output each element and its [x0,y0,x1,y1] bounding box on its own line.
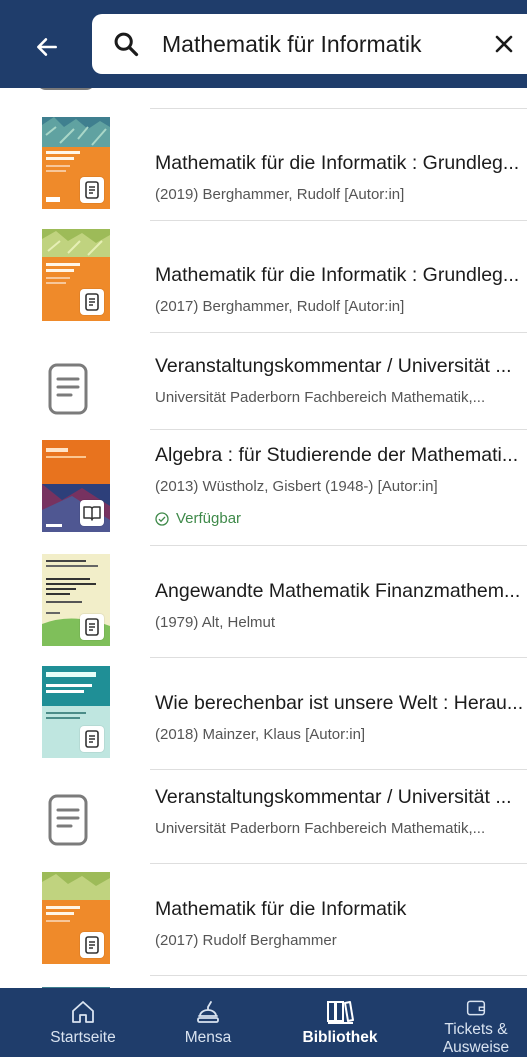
book-icon [83,506,101,521]
item-title: Angewandte Mathematik Finanzmathem... [155,580,521,602]
mensa-icon [197,1001,219,1023]
list-item[interactable]: Algebra : für Studierende der Mathemati.… [0,430,527,544]
nav-tickets-ausweise[interactable]: Tickets & Ausweise [428,988,524,1057]
list-item[interactable]: Wie berechenbar ist unsere Welt : Herau.… [0,658,527,769]
results-list[interactable]: Mathematik für die Informatik : Grundleg… [0,88,527,988]
nav-mensa[interactable]: Mensa [168,988,248,1057]
book-cover [42,872,110,964]
document-badge [80,177,104,203]
availability-label: Verfügbar [176,510,242,527]
clear-search-button[interactable] [488,28,520,60]
document-badge [80,614,104,640]
item-title: Veranstaltungskommentar / Universität ..… [155,355,512,377]
document-icon [85,181,99,199]
nav-label: Mensa [184,1029,232,1046]
nav-label: Tickets & Ausweise [442,1021,510,1056]
document-icon [85,618,99,636]
item-subtitle: (2017) Rudolf Berghammer [155,932,337,949]
item-subtitle: (1979) Alt, Helmut [155,614,276,631]
nav-startseite[interactable]: Startseite [38,988,128,1057]
item-title: Wie berechenbar ist unsere Welt : Herau.… [155,692,524,714]
document-icon [48,363,88,415]
item-subtitle: Universität Paderborn Fachbereich Mathem… [155,820,486,837]
document-icon [85,730,99,748]
book-badge [80,500,104,526]
document-badge [80,932,104,958]
top-bar [0,0,527,88]
close-icon [495,35,513,53]
search-input[interactable] [162,24,472,64]
item-subtitle: Universität Paderborn Fachbereich Mathem… [155,389,486,406]
book-cover [42,440,110,532]
item-subtitle: (2013) Wüstholz, Gisbert (1948-) [Autor:… [155,478,438,495]
item-title: Algebra : für Studierende der Mathemati.… [155,444,519,466]
availability-status: Verfügbar [155,510,241,527]
document-badge [80,289,104,315]
list-item[interactable]: Angewandte Mathematik Finanzmathem... (1… [0,546,527,657]
nav-label: Bibliothek [302,1029,378,1046]
book-cover [42,666,110,758]
wallet-icon [466,1000,486,1016]
divider [150,975,527,976]
partial-document-icon [36,88,96,90]
item-subtitle: (2017) Berghammer, Rudolf [Autor:in] [155,298,405,315]
document-badge [80,726,104,752]
book-cover [42,117,110,209]
search-icon [114,32,139,57]
nav-bibliothek[interactable]: Bibliothek [290,988,390,1057]
bottom-navigation: Startseite Mensa Bibliothek Tickets & Au… [0,988,527,1057]
document-icon [85,936,99,954]
list-item[interactable]: Mathematik für die Informatik : Grundleg… [0,221,527,332]
book-cover [42,229,110,321]
nav-label: Startseite [50,1029,116,1046]
document-icon [48,794,88,846]
home-icon [72,1001,94,1023]
arrow-left-icon [37,38,57,56]
item-subtitle: (2019) Berghammer, Rudolf [Autor:in] [155,186,405,203]
library-icon [327,1001,354,1024]
check-circle-icon [155,511,169,526]
back-button[interactable] [22,22,72,72]
list-item[interactable]: Mathematik für die Informatik : Grundleg… [0,109,527,220]
item-title: Veranstaltungskommentar / Universität ..… [155,786,512,808]
search-box [92,14,527,74]
item-subtitle: (2018) Mainzer, Klaus [Autor:in] [155,726,366,743]
item-title: Mathematik für die Informatik [155,898,407,920]
book-cover [42,554,110,646]
item-title: Mathematik für die Informatik : Grundleg… [155,264,520,286]
document-icon [85,293,99,311]
list-item[interactable]: Mathematik für die Informatik (2017) Rud… [0,864,527,975]
item-title: Mathematik für die Informatik : Grundleg… [155,152,520,174]
list-item[interactable]: Veranstaltungskommentar / Universität ..… [0,333,527,444]
